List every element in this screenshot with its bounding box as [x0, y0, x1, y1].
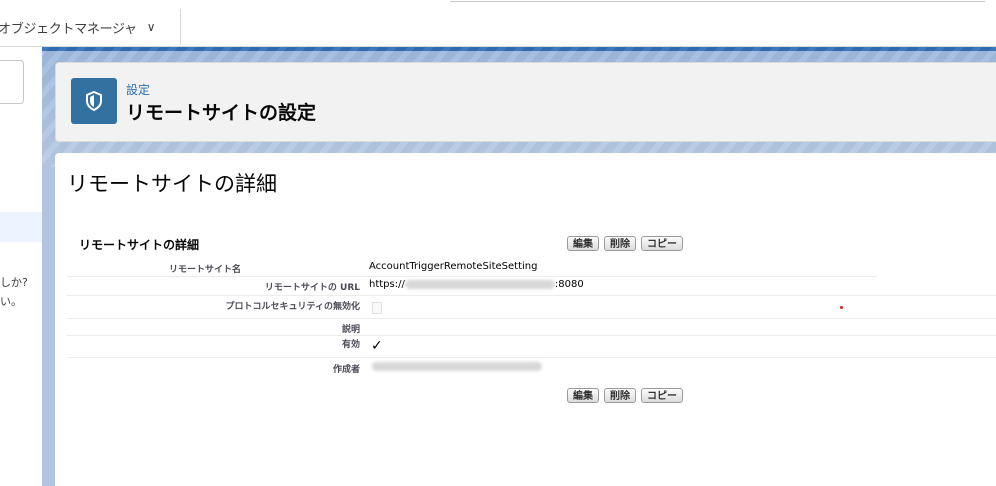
- sidebar-item-selected[interactable]: [0, 212, 42, 242]
- field-row-active: 有効 ✓: [67, 336, 996, 358]
- field-row-created-by: 作成者: [67, 358, 996, 376]
- field-label: リモートサイト名: [168, 265, 241, 275]
- copy-button[interactable]: コピー: [641, 236, 683, 251]
- field-label: リモートサイトの URL: [264, 283, 360, 293]
- field-row-protocol-security: プロトコルセキュリティの無効化: [67, 296, 996, 319]
- url-prefix: https://: [369, 279, 405, 290]
- field-value: AccountTriggerRemoteSiteSetting: [369, 261, 538, 272]
- field-label: 説明: [341, 325, 360, 335]
- field-value: [372, 361, 542, 372]
- field-label: 有効: [341, 340, 360, 350]
- redacted-text: [404, 279, 555, 289]
- field-label: 作成者: [332, 365, 360, 375]
- copy-button[interactable]: コピー: [641, 388, 683, 403]
- quick-find-input[interactable]: [0, 60, 24, 104]
- top-bar: オブジェクトマネージャ ∨: [0, 0, 996, 47]
- bottom-button-group: 編集 削除 コピー: [567, 388, 683, 403]
- redacted-text: [372, 361, 542, 371]
- field-row-url: リモートサイトの URL https:// :8080: [67, 277, 996, 296]
- global-search-edge: [450, 0, 985, 2]
- top-button-group: 編集 削除 コピー: [567, 236, 683, 251]
- checkmark-icon: ✓: [371, 338, 383, 354]
- field-row-description: 説明: [67, 319, 996, 336]
- main-content: リモートサイトの詳細 リモートサイトの詳細 編集 削除 コピー リモートサイト名…: [55, 153, 996, 486]
- edit-button[interactable]: 編集: [567, 236, 599, 251]
- delete-button[interactable]: 削除: [604, 236, 636, 251]
- protocol-security-checkbox: [372, 302, 382, 314]
- sidebar-help-text-2: い。: [0, 295, 22, 308]
- field-label: プロトコルセキュリティの無効化: [225, 302, 360, 312]
- page-title: リモートサイトの設定: [126, 102, 317, 124]
- chevron-down-icon[interactable]: ∨: [147, 20, 156, 34]
- red-dot: [840, 306, 843, 309]
- field-value: https:// :8080: [369, 279, 584, 290]
- setup-sidebar: しか? い。: [0, 47, 42, 486]
- url-suffix: :8080: [554, 279, 584, 290]
- field-row-name: リモートサイト名 AccountTriggerRemoteSiteSetting: [67, 259, 877, 277]
- shield-icon: [71, 78, 117, 124]
- delete-button[interactable]: 削除: [604, 388, 636, 403]
- tab-object-manager-label: オブジェクトマネージャ: [0, 21, 137, 37]
- tab-object-manager[interactable]: オブジェクトマネージャ ∨: [0, 9, 181, 45]
- breadcrumb[interactable]: 設定: [126, 81, 150, 98]
- detail-heading: リモートサイトの詳細: [67, 172, 277, 196]
- sidebar-help-text-1: しか?: [0, 276, 28, 289]
- section-title: リモートサイトの詳細: [79, 238, 200, 252]
- edit-button[interactable]: 編集: [567, 388, 599, 403]
- page-header: 設定 リモートサイトの設定: [55, 62, 996, 142]
